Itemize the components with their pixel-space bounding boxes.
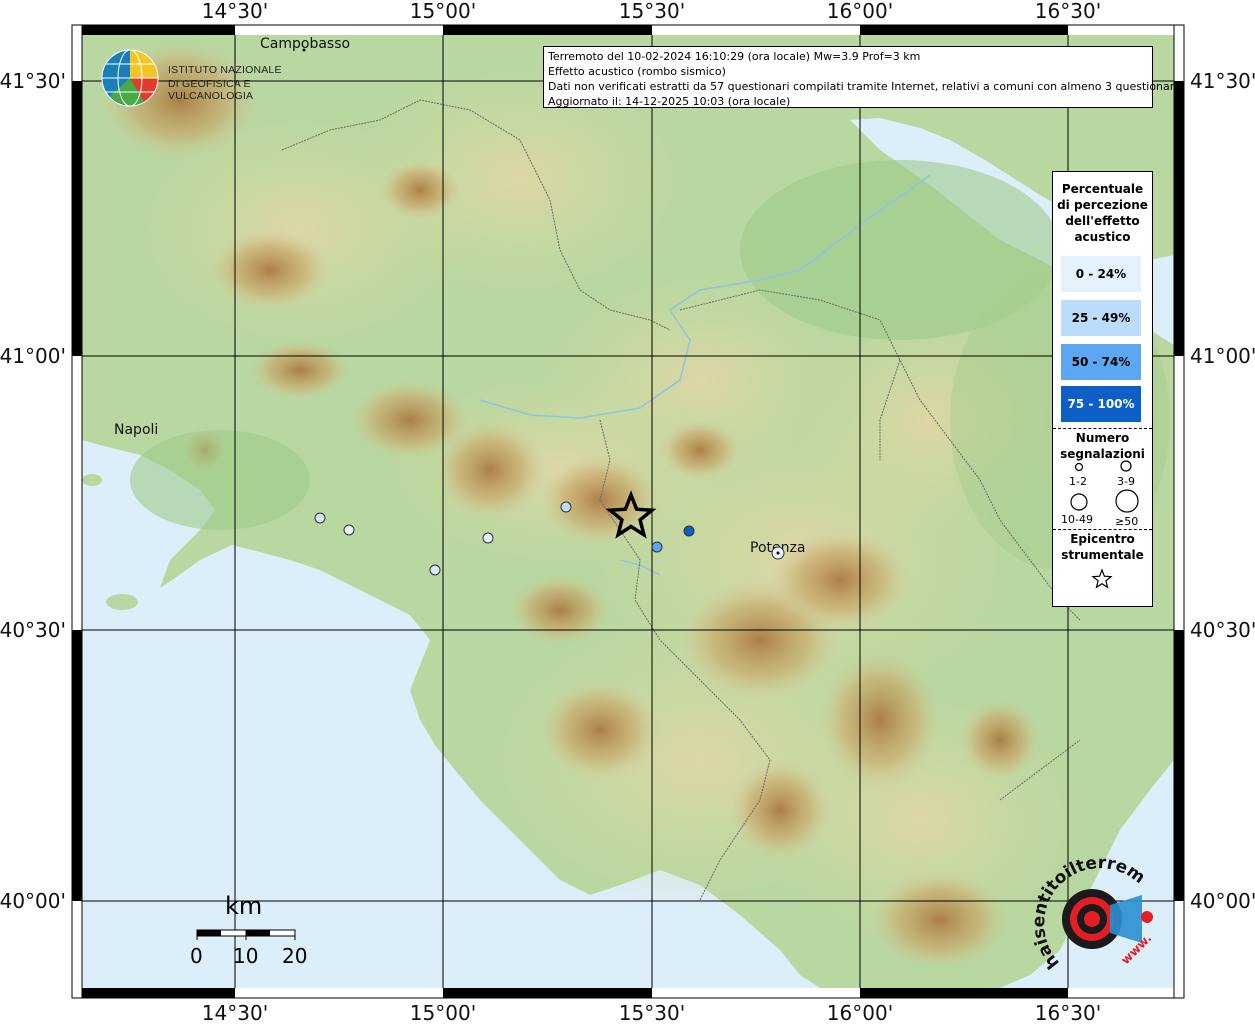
lat-label-right-3: 40°30' <box>1190 618 1255 642</box>
obs-point[interactable] <box>429 564 441 576</box>
lon-label-bottom-3: 15°30' <box>619 1001 685 1024</box>
ingv-logo: ISTITUTO NAZIONALE DI GEOFISICA E VULCAN… <box>100 48 320 108</box>
legend-epicenter-title: strumentale <box>1061 548 1144 562</box>
plain-campania <box>130 430 310 530</box>
scale-unit: km <box>225 892 263 920</box>
earthquake-info-box: Terremoto del 10-02-2024 16:10:29 (ora l… <box>543 46 1181 108</box>
legend-divider <box>1053 428 1152 429</box>
legend-title-line: acustico <box>1074 230 1131 244</box>
info-line-data-source: Dati non verificati estratti da 57 quest… <box>548 80 1181 93</box>
target-icon: haisentitoilterremoto.it www. <box>1024 840 1154 973</box>
legend-class-0-24: 0 - 24% <box>1061 256 1141 292</box>
lon-label-bottom-4: 16°00' <box>827 1001 893 1024</box>
legend-count-50-plus: ≥50 <box>1115 515 1139 528</box>
legend-star-icon <box>1091 568 1113 589</box>
legend-count-3-9: 3-9 <box>1117 475 1135 488</box>
scale-label-0: 0 <box>190 944 203 968</box>
lon-label-top-2: 15°00' <box>410 0 476 23</box>
info-line-event: Terremoto del 10-02-2024 16:10:29 (ora l… <box>548 50 921 63</box>
lon-label-top-5: 16°30' <box>1035 0 1101 23</box>
obs-point[interactable] <box>560 501 572 513</box>
legend-class-label: 0 - 24% <box>1075 267 1127 281</box>
scale-bar: km 0 10 20 <box>185 890 325 970</box>
obs-point[interactable] <box>343 524 355 536</box>
info-line-updated: Aggiornato il: 14-12-2025 10:03 (ora loc… <box>548 95 791 108</box>
scale-bar-ruler <box>196 929 296 940</box>
ingv-logo-line2: DI GEOFISICA E VULCANOLOGIA <box>168 78 254 102</box>
legend-class-50-74: 50 - 74% <box>1061 344 1141 380</box>
lon-label-top-4: 16°00' <box>827 0 893 23</box>
legend-class-label: 25 - 49% <box>1071 311 1131 325</box>
lon-label-bottom-2: 15°00' <box>410 1001 476 1024</box>
lon-label-bottom-5: 16°30' <box>1035 1001 1101 1024</box>
island-capri <box>106 594 138 610</box>
scale-label-10: 10 <box>233 944 259 968</box>
globe-icon <box>101 49 159 107</box>
lon-label-top-3: 15°30' <box>619 0 685 23</box>
legend-class-25-49: 25 - 49% <box>1061 300 1141 336</box>
lat-label-left-3: 40°30' <box>0 618 66 642</box>
legend-title-line: Percentuale <box>1061 182 1144 196</box>
legend-class-75-100: 75 - 100% <box>1061 386 1141 422</box>
info-line-effect: Effetto acustico (rombo sismico) <box>548 65 726 78</box>
legend-count-title: Numero <box>1075 431 1130 445</box>
legend-count-10-49: 10-49 <box>1061 513 1093 526</box>
obs-point[interactable] <box>482 532 494 544</box>
lon-label-top-1: 14°30' <box>202 0 268 23</box>
island-procida <box>82 474 102 486</box>
legend-size-symbols <box>1070 460 1139 513</box>
legend-class-label: 75 - 100% <box>1067 397 1135 411</box>
lon-label-bottom-1: 14°30' <box>202 1001 268 1024</box>
lat-label-right-2: 41°00' <box>1190 344 1255 368</box>
legend-count-1-2: 1-2 <box>1069 475 1087 488</box>
lat-label-left-4: 40°00' <box>0 889 66 913</box>
obs-point[interactable] <box>314 512 326 524</box>
obs-point[interactable] <box>683 525 695 537</box>
legend-title-line: di percezione <box>1057 198 1148 212</box>
legend-panel: Percentuale di percezione dell'effetto a… <box>1052 171 1153 607</box>
lat-label-right-1: 41°30' <box>1190 69 1255 93</box>
ingv-logo-line1: ISTITUTO NAZIONALE <box>168 64 282 76</box>
lat-label-left-1: 41°30' <box>0 69 66 93</box>
city-label-napoli: Napoli <box>114 422 158 438</box>
legend-epicenter-title: Epicentro <box>1070 532 1135 546</box>
legend-class-label: 50 - 74% <box>1071 355 1131 369</box>
legend-divider <box>1053 529 1152 530</box>
scale-label-20: 20 <box>282 944 308 968</box>
lat-label-right-4: 40°00' <box>1190 889 1255 913</box>
lat-label-left-2: 41°00' <box>0 344 66 368</box>
haisentito-logo[interactable]: haisentitoilterremoto.it www. <box>1024 840 1165 985</box>
obs-point[interactable] <box>651 541 663 553</box>
legend-title-line: dell'effetto <box>1065 214 1140 228</box>
